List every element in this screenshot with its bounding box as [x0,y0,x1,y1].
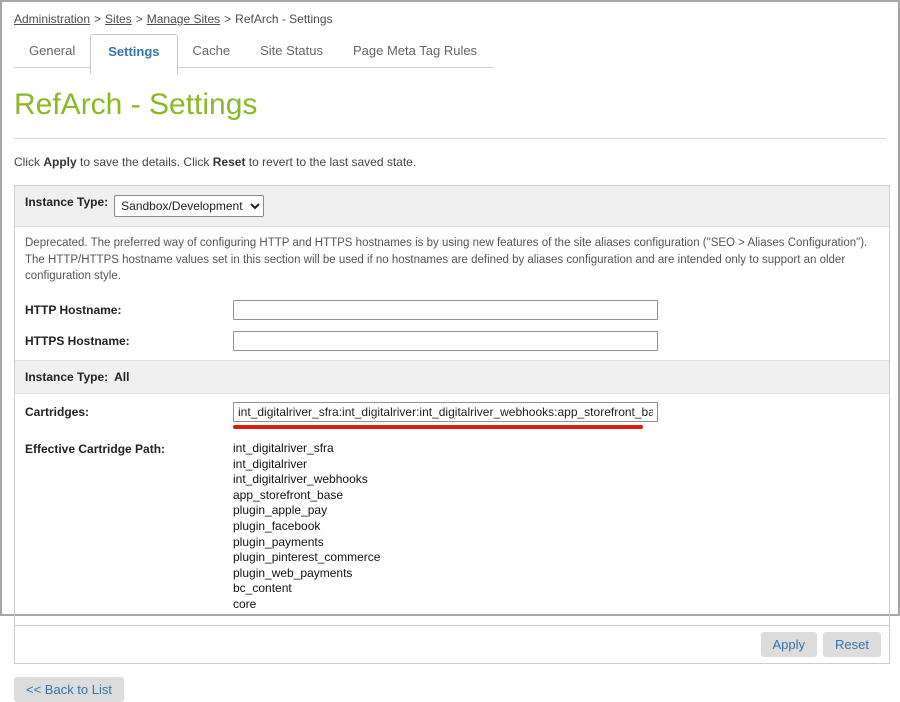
breadcrumb-separator: > [94,12,101,26]
cartridges-label: Cartridges: [25,402,233,419]
effective-cartridge-path-list: int_digitalriver_sfra int_digitalriver i… [233,441,380,613]
cartridge-item: app_storefront_base [233,488,380,504]
instance-type-row: Instance Type: Sandbox/Development [15,186,889,227]
tab-general[interactable]: General [14,34,90,67]
back-to-list-button[interactable]: << Back to List [14,677,124,702]
https-hostname-row: HTTPS Hostname: [15,324,889,360]
effective-cartridge-path-label: Effective Cartridge Path: [25,439,233,456]
deprecated-note: Deprecated. The preferred way of configu… [15,227,889,293]
cartridge-item: plugin_apple_pay [233,503,380,519]
instruction-text: Click Apply to save the details. Click R… [14,155,886,169]
settings-form: Instance Type: Sandbox/Development Depre… [14,185,890,664]
reset-button[interactable]: Reset [823,632,881,657]
breadcrumb-link-manage-sites[interactable]: Manage Sites [147,12,220,26]
cartridge-item: plugin_payments [233,535,380,551]
breadcrumb: Administration > Sites > Manage Sites > RefArc… [14,12,886,26]
back-row: << Back to List [14,677,886,702]
http-hostname-label: HTTP Hostname: [25,300,233,317]
red-annotation-underline [233,425,643,429]
instance-type-all-value: All [114,370,129,384]
cartridge-item: bc_content [233,581,380,597]
https-hostname-label: HTTPS Hostname: [25,331,233,348]
instruction-part1: Click [14,155,43,169]
breadcrumb-current: RefArch - Settings [235,12,332,26]
breadcrumb-link-administration[interactable]: Administration [14,12,90,26]
cartridge-item: core [233,597,380,613]
instruction-reset-word: Reset [213,155,246,169]
instruction-part3: to revert to the last saved state. [245,155,416,169]
cartridge-item: int_digitalriver [233,457,380,473]
tab-settings[interactable]: Settings [90,34,177,74]
cartridge-item: int_digitalriver_webhooks [233,472,380,488]
apply-button[interactable]: Apply [761,632,818,657]
http-hostname-input[interactable] [233,300,658,320]
cartridge-item: plugin_pinterest_commerce [233,550,380,566]
instance-type-all-label: Instance Type: [25,370,108,384]
tab-site-status[interactable]: Site Status [245,34,338,67]
breadcrumb-separator: > [224,12,231,26]
instance-type-label: Instance Type: [25,195,108,209]
effective-cartridge-path-row: Effective Cartridge Path: int_digitalriv… [15,435,889,625]
instruction-apply-word: Apply [43,155,76,169]
tab-cache[interactable]: Cache [178,34,246,67]
page-content: Administration > Sites > Manage Sites > RefArc… [2,2,898,702]
instruction-part2: to save the details. Click [77,155,213,169]
instance-type-all-row: Instance Type: All [15,360,889,394]
page-title: RefArch - Settings [14,88,886,122]
breadcrumb-link-sites[interactable]: Sites [105,12,132,26]
tab-bar: General Settings Cache Site Status Page … [14,34,494,68]
http-hostname-row: HTTP Hostname: [15,293,889,324]
title-divider [14,138,886,139]
form-button-row: Apply Reset [15,625,889,663]
instance-type-select[interactable]: Sandbox/Development [114,195,264,217]
tab-page-meta-tag-rules[interactable]: Page Meta Tag Rules [338,34,492,67]
cartridge-item: plugin_web_payments [233,566,380,582]
cartridge-item: plugin_facebook [233,519,380,535]
cartridge-item: int_digitalriver_sfra [233,441,380,457]
breadcrumb-separator: > [136,12,143,26]
https-hostname-input[interactable] [233,331,658,351]
cartridges-input[interactable] [233,402,658,422]
cartridges-row: Cartridges: [15,394,889,435]
